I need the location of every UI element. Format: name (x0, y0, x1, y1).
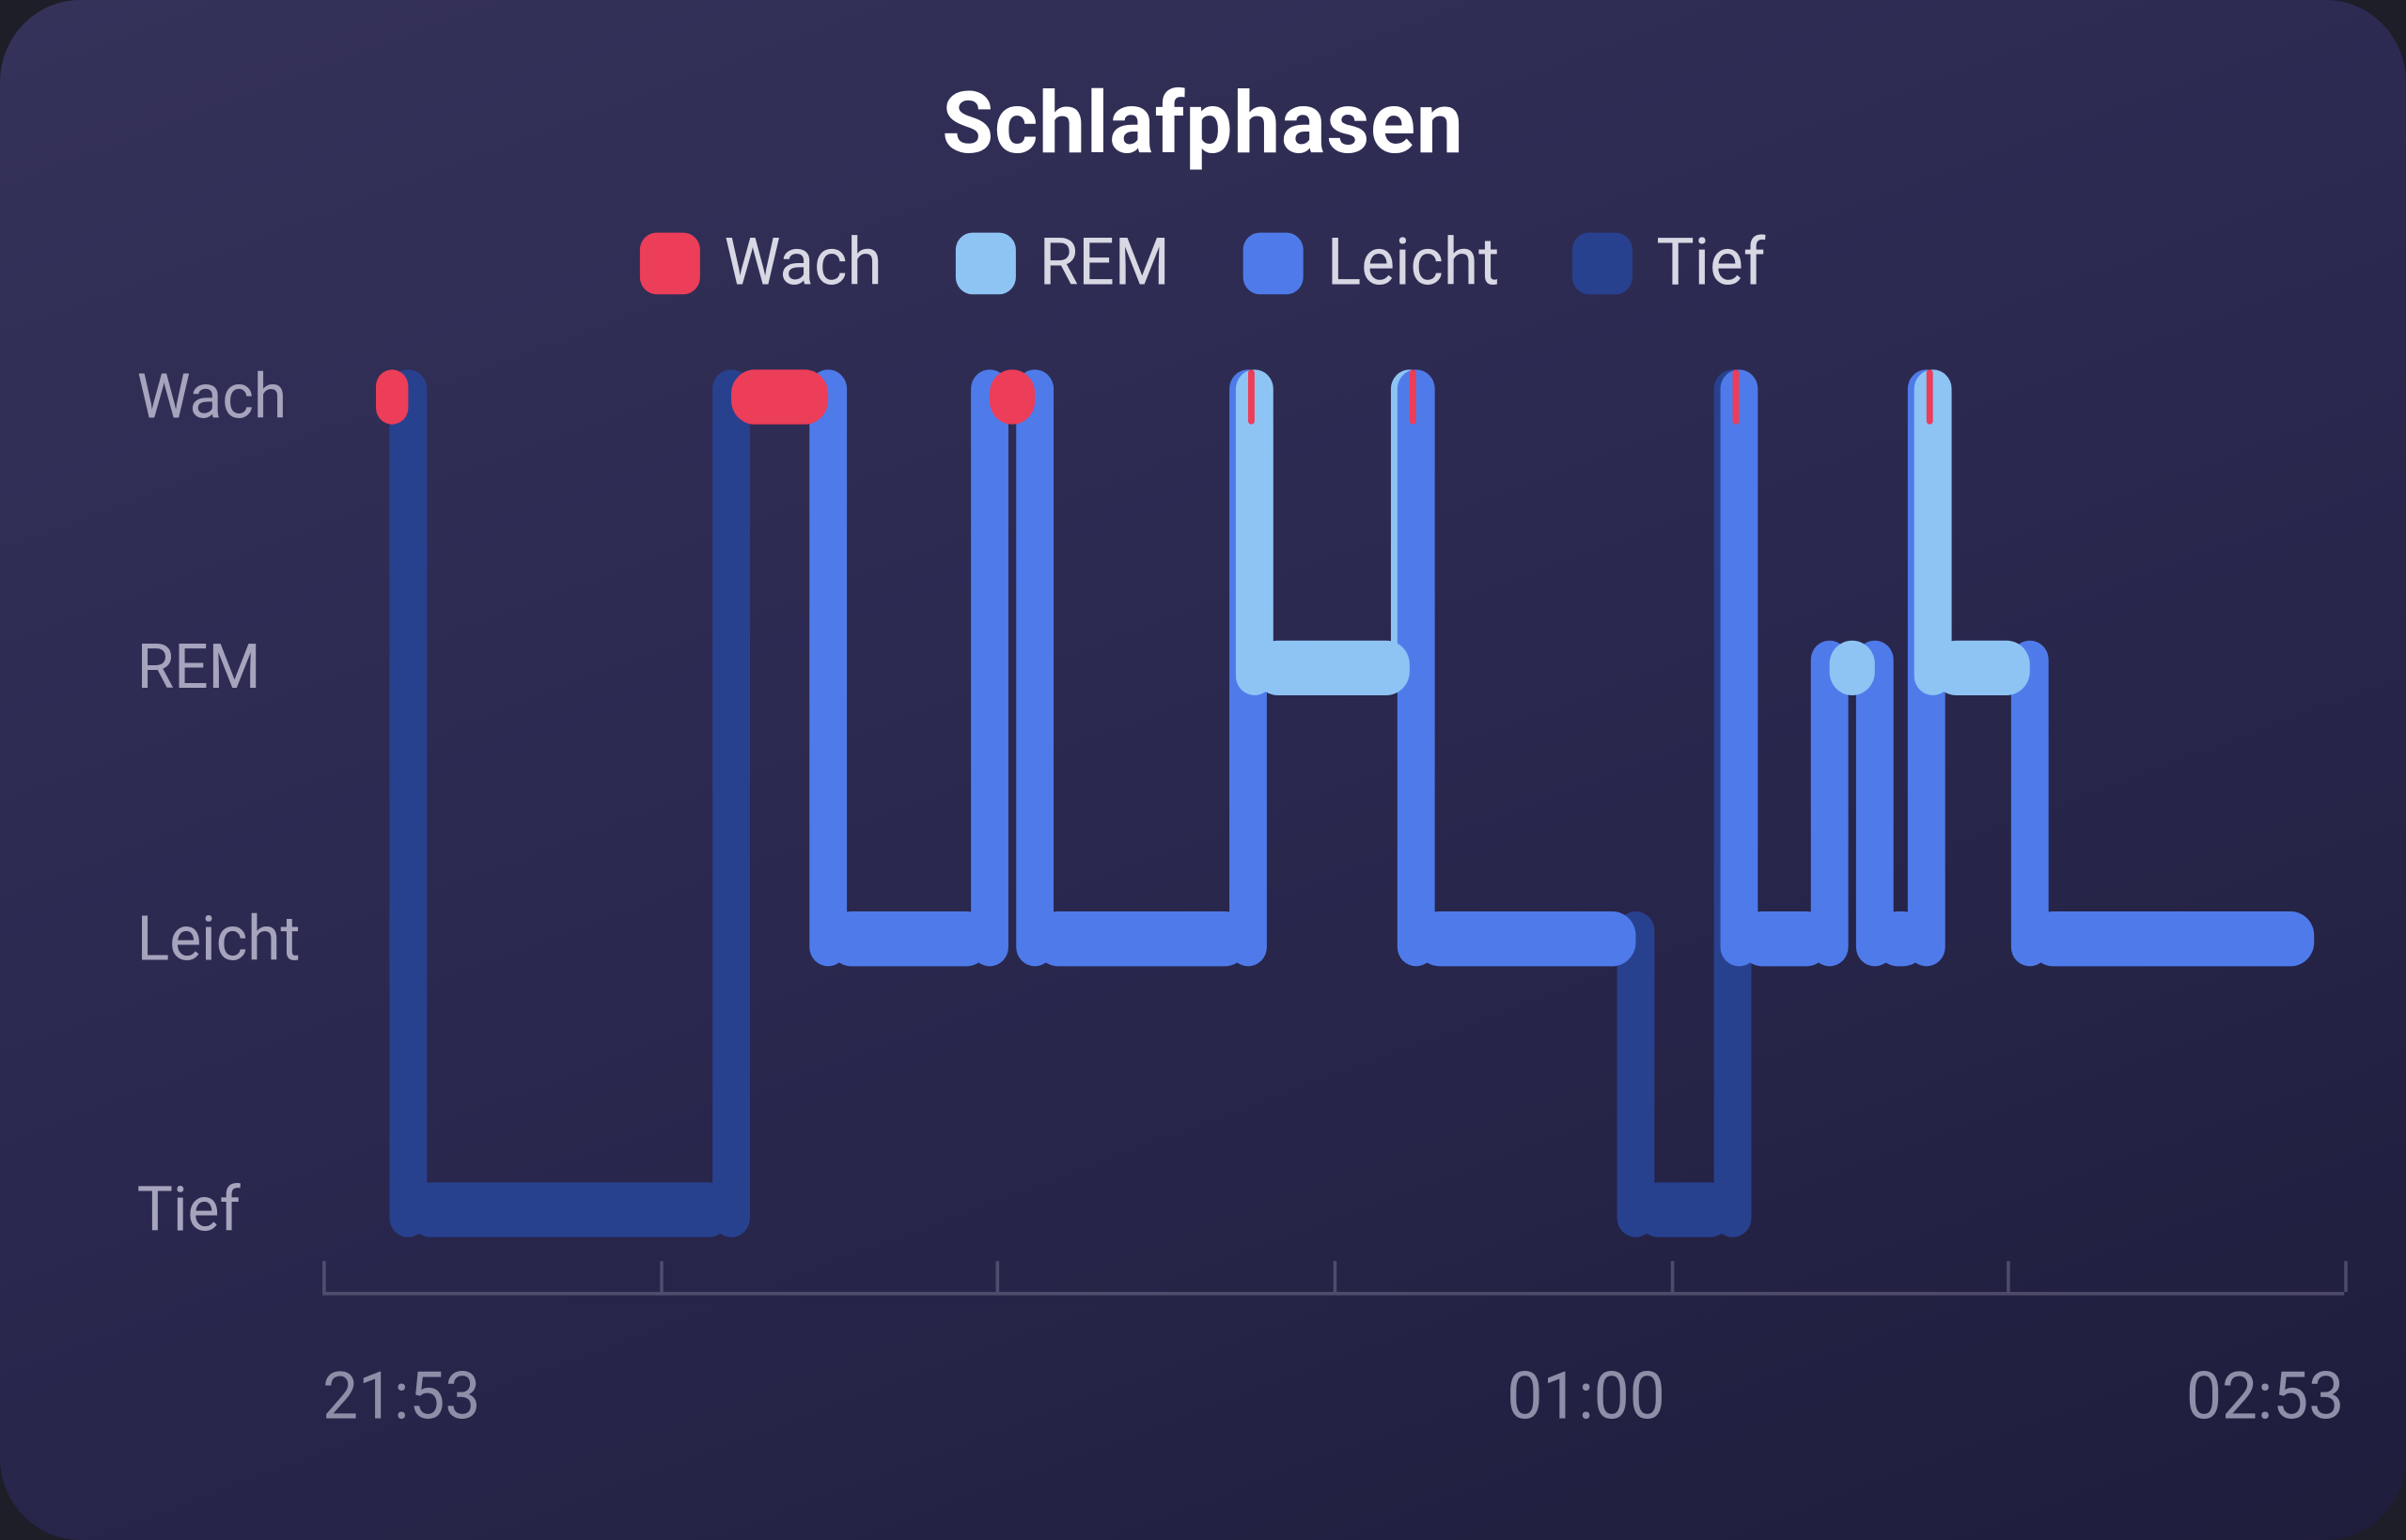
x-axis-label: 21:53 (322, 1361, 480, 1436)
x-axis-tick (2344, 1261, 2348, 1292)
x-axis-label: 01:00 (1507, 1361, 1664, 1436)
hypnogram-plot (0, 0, 2406, 1540)
x-axis-tick (2008, 1261, 2011, 1292)
x-axis-tick (996, 1261, 1000, 1292)
x-axis-tick (322, 1261, 326, 1292)
x-axis-tick (1334, 1261, 1337, 1292)
x-axis-tick (660, 1261, 664, 1292)
x-axis-tick (1670, 1261, 1674, 1292)
x-axis-label: 02:53 (2186, 1361, 2344, 1436)
x-axis (322, 1292, 2344, 1296)
sleep-phases-card: Schlafphasen WachREMLeichtTief WachREMLe… (0, 0, 2406, 1540)
